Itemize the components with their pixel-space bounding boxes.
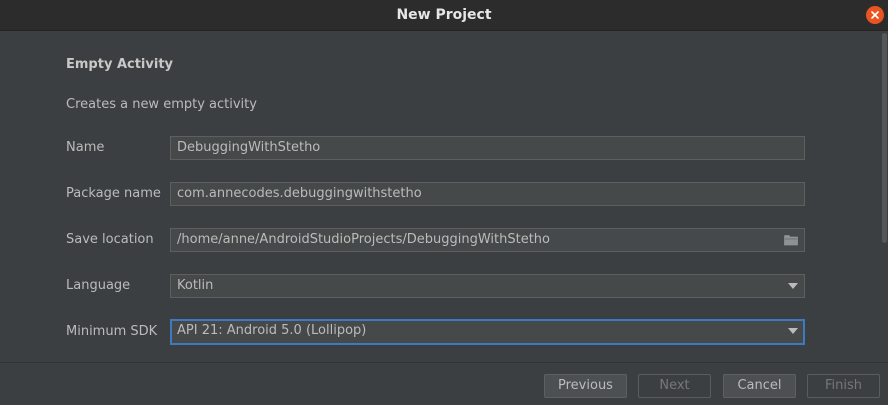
name-field[interactable]: DebuggingWithStetho [170,136,805,160]
language-value: Kotlin [177,278,214,293]
language-label: Language [66,278,131,293]
scrollbar-thumb[interactable] [882,33,887,243]
save-location-field[interactable]: /home/anne/AndroidStudioProjects/Debuggi… [170,228,805,252]
previous-button[interactable]: Previous [544,374,627,398]
language-dropdown[interactable]: Kotlin [170,274,805,298]
title-bar: New Project [0,0,888,31]
chevron-down-icon [788,328,798,334]
window-title: New Project [396,7,492,23]
cancel-button[interactable]: Cancel [723,374,796,398]
activity-description: Creates a new empty activity [66,97,257,112]
activity-heading: Empty Activity [66,57,174,72]
minimum-sdk-label: Minimum SDK [66,324,158,339]
save-location-label: Save location [66,232,154,247]
package-name-label: Package name [66,186,161,201]
chevron-down-icon [788,283,798,289]
next-button[interactable]: Next [638,374,711,398]
package-name-field[interactable]: com.annecodes.debuggingwithstetho [170,182,805,206]
close-icon [871,11,879,19]
name-value: DebuggingWithStetho [177,140,321,155]
package-name-value: com.annecodes.debuggingwithstetho [177,186,422,201]
minimum-sdk-value: API 21: Android 5.0 (Lollipop) [177,323,367,338]
close-button[interactable] [866,6,884,24]
folder-icon[interactable] [784,234,798,246]
minimum-sdk-dropdown[interactable]: API 21: Android 5.0 (Lollipop) [170,319,805,345]
save-location-value: /home/anne/AndroidStudioProjects/Debuggi… [177,232,550,247]
name-label: Name [66,140,105,155]
finish-button[interactable]: Finish [807,374,880,398]
